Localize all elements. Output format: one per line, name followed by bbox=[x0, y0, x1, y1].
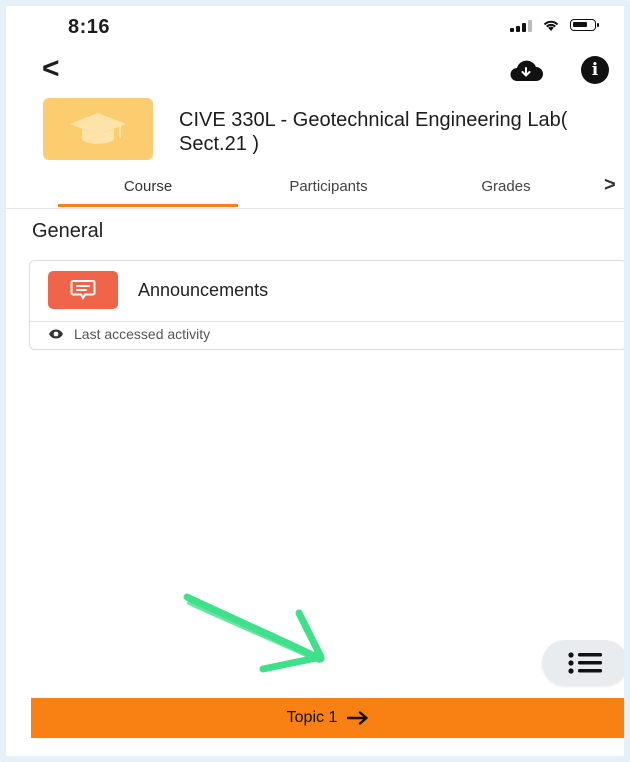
status-icons bbox=[510, 18, 599, 32]
last-accessed-row: Last accessed activity bbox=[48, 326, 210, 342]
download-cloud-icon[interactable] bbox=[508, 60, 544, 82]
divider bbox=[30, 321, 624, 322]
course-tabs: Course Participants Grades > bbox=[6, 174, 624, 209]
annotation-arrow bbox=[183, 593, 325, 673]
next-topic-label: Topic 1 bbox=[286, 709, 338, 726]
course-title: CIVE 330L - Geotechnical Engineering Lab… bbox=[179, 109, 568, 155]
app-screen: 8:16 < i CIVE 330L - Geotechnical Engine… bbox=[0, 0, 630, 762]
forum-icon bbox=[48, 271, 118, 309]
graduation-cap-icon bbox=[70, 113, 126, 144]
wifi-icon bbox=[543, 20, 559, 31]
status-time: 8:16 bbox=[68, 16, 111, 38]
activity-name: Announcements bbox=[138, 280, 269, 300]
last-accessed-label: Last accessed activity bbox=[74, 326, 211, 342]
activity-card: Announcements Last accessed activity bbox=[29, 260, 624, 350]
active-tab-indicator bbox=[58, 204, 238, 207]
tab-participants[interactable]: Participants bbox=[246, 178, 411, 195]
tab-course[interactable]: Course bbox=[58, 178, 238, 195]
list-icon bbox=[568, 652, 602, 674]
signal-icon bbox=[510, 18, 532, 32]
chevron-right-icon[interactable]: > bbox=[604, 174, 616, 197]
eye-icon bbox=[49, 329, 63, 339]
course-image bbox=[43, 98, 153, 160]
battery-icon bbox=[570, 19, 599, 31]
course-index-button[interactable] bbox=[542, 640, 624, 686]
home-indicator bbox=[216, 756, 441, 761]
back-chevron-icon[interactable]: < bbox=[42, 52, 60, 86]
section-title: General bbox=[32, 220, 104, 242]
arrow-right-icon bbox=[347, 711, 369, 725]
activity-announcements[interactable]: Announcements bbox=[30, 261, 624, 321]
info-icon[interactable]: i bbox=[581, 56, 609, 84]
tab-grades[interactable]: Grades bbox=[446, 178, 566, 195]
next-topic-button[interactable]: Topic 1 bbox=[31, 698, 624, 738]
